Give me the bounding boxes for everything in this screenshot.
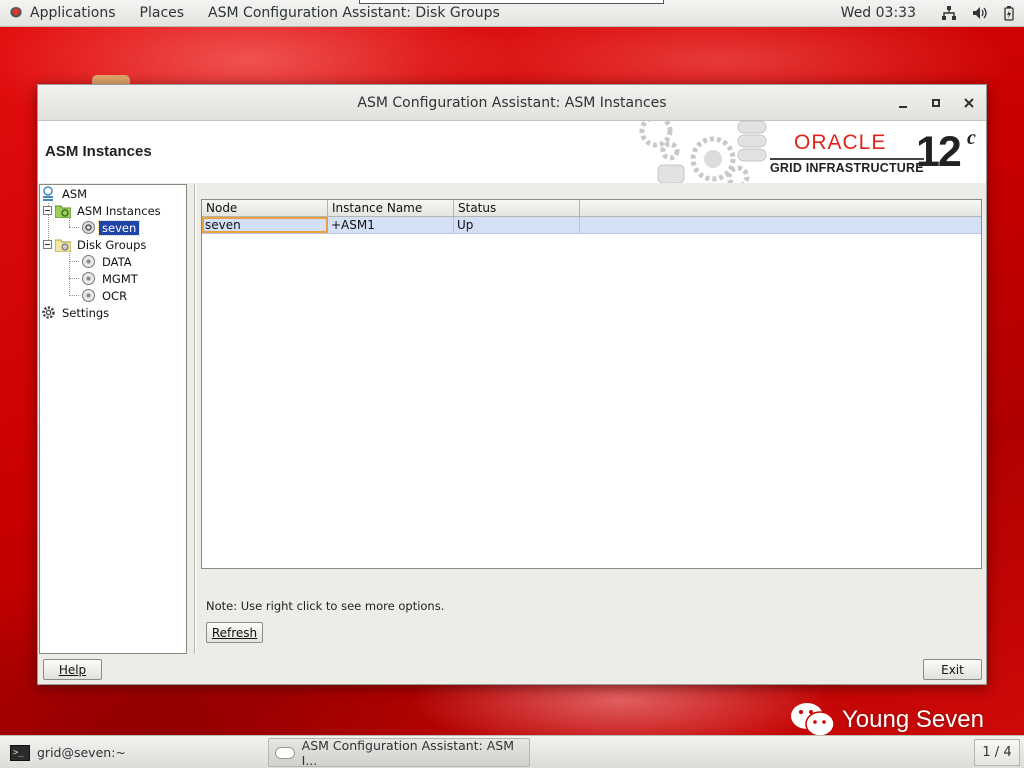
tree-label-asm: ASM <box>62 186 88 201</box>
folder-gear-icon <box>55 203 71 219</box>
workspace-pager[interactable]: 1 / 4 <box>974 739 1020 766</box>
version-number: 12 <box>916 128 962 176</box>
cell-instance-name[interactable]: +ASM1 <box>328 217 454 233</box>
disk-group-icon <box>80 288 96 304</box>
minimize-icon <box>899 106 907 108</box>
maximize-icon <box>932 99 940 107</box>
header-banner: ASM Instances ORACLE GRID INFRASTRUCTURE… <box>38 121 986 183</box>
top-panel: Applications Places ASM Configuration As… <box>0 0 1024 27</box>
refresh-button[interactable]: Refresh <box>206 622 263 643</box>
active-app-menu[interactable]: ASM Configuration Assistant: Disk Groups <box>196 5 512 21</box>
table-row[interactable]: seven +ASM1 Up <box>202 217 981 234</box>
panel-divider[interactable] <box>194 184 196 654</box>
collapse-toggle[interactable] <box>43 206 52 215</box>
table-header: Node Instance Name Status <box>202 200 981 217</box>
exit-button-label: Exit <box>941 662 964 677</box>
usage-note: Note: Use right click to see more option… <box>206 599 445 613</box>
disk-group-icon <box>80 254 96 270</box>
column-header-status[interactable]: Status <box>454 200 580 216</box>
asmca-window: ASM Configuration Assistant: ASM Instanc… <box>37 84 987 685</box>
tree-item-asm-instances[interactable]: ASM Instances <box>43 202 164 219</box>
window-titlebar[interactable]: ASM Configuration Assistant: ASM Instanc… <box>38 85 986 121</box>
tree-label-instance-seven: seven <box>97 219 141 236</box>
tree-guide <box>69 295 79 296</box>
navigation-tree[interactable]: ASM ASM Instances seven Disk Groups DATA… <box>39 184 187 654</box>
clock[interactable]: Wed 03:33 <box>841 5 916 21</box>
tree-guide <box>69 261 79 262</box>
tree-item-asm[interactable]: ASM <box>40 185 90 202</box>
cell-filler <box>580 217 981 233</box>
top-notch <box>359 0 664 4</box>
exit-button[interactable]: Exit <box>923 659 982 680</box>
version-suffix: c <box>967 127 976 149</box>
help-button[interactable]: Help <box>43 659 102 680</box>
tree-label-data: DATA <box>102 254 132 269</box>
watermark: Young Seven <box>790 700 984 740</box>
column-header-instance-name[interactable]: Instance Name <box>328 200 454 216</box>
applications-menu[interactable]: Applications <box>18 5 128 21</box>
places-menu[interactable]: Places <box>128 5 197 21</box>
tree-item-ocr[interactable]: OCR <box>80 287 130 304</box>
tree-label-asm-instances: ASM Instances <box>77 203 161 218</box>
window-title: ASM Configuration Assistant: ASM Instanc… <box>357 94 667 111</box>
minimize-button[interactable] <box>894 94 912 112</box>
tree-item-settings[interactable]: Settings <box>40 304 112 321</box>
instances-table[interactable]: Node Instance Name Status seven +ASM1 Up <box>201 199 982 569</box>
tree-label-settings: Settings <box>62 305 110 320</box>
maximize-button[interactable] <box>927 94 945 112</box>
taskbar-terminal-label: grid@seven:~ <box>37 745 126 760</box>
wechat-logo-icon <box>791 703 835 737</box>
help-button-label: Help <box>58 662 87 677</box>
taskbar-terminal[interactable]: >_ grid@seven:~ <box>4 738 262 767</box>
asmca-app-icon <box>275 746 295 759</box>
collapse-toggle[interactable] <box>43 240 52 249</box>
column-header-filler <box>580 200 981 216</box>
terminal-icon: >_ <box>10 744 30 761</box>
tree-label-mgmt: MGMT <box>102 271 138 286</box>
taskbar-asmca[interactable]: ASM Configuration Assistant: ASM I... <box>268 737 530 768</box>
watermark-text: Young Seven <box>842 706 984 733</box>
product-name: GRID INFRASTRUCTURE <box>770 158 924 175</box>
tree-item-disk-groups[interactable]: Disk Groups <box>43 236 149 253</box>
cell-status[interactable]: Up <box>454 217 580 233</box>
tree-item-data[interactable]: DATA <box>80 253 135 270</box>
oracle-wordmark: ORACLE <box>794 131 887 154</box>
bottom-taskbar: >_ grid@seven:~ ASM Configuration Assist… <box>0 735 1024 768</box>
column-header-node[interactable]: Node <box>202 200 328 216</box>
network-icon[interactable] <box>941 5 957 21</box>
folder-disk-icon <box>55 237 71 253</box>
volume-icon[interactable] <box>971 5 987 21</box>
tree-label-disk-groups: Disk Groups <box>77 237 147 252</box>
tree-guide <box>69 253 70 296</box>
tree-label-ocr: OCR <box>102 288 128 303</box>
battery-icon[interactable] <box>1001 5 1017 21</box>
tree-guide <box>69 278 79 279</box>
close-icon <box>964 98 974 108</box>
tree-guide <box>69 227 79 228</box>
settings-gear-icon <box>40 305 56 321</box>
oracle-logo: ORACLE GRID INFRASTRUCTURE 12 c <box>770 127 980 181</box>
taskbar-asmca-label: ASM Configuration Assistant: ASM I... <box>301 737 515 768</box>
tree-item-mgmt[interactable]: MGMT <box>80 270 141 287</box>
close-button[interactable] <box>960 94 978 112</box>
asm-root-icon <box>40 185 56 202</box>
refresh-button-label: Refresh <box>211 625 258 640</box>
tree-item-instance-seven[interactable]: seven <box>80 219 141 236</box>
instance-gear-icon <box>80 220 96 236</box>
disk-group-icon <box>80 271 96 287</box>
cell-node[interactable]: seven <box>202 217 328 233</box>
gears-graphic-icon <box>639 121 767 183</box>
tree-guide <box>69 218 70 227</box>
page-title: ASM Instances <box>45 143 152 160</box>
